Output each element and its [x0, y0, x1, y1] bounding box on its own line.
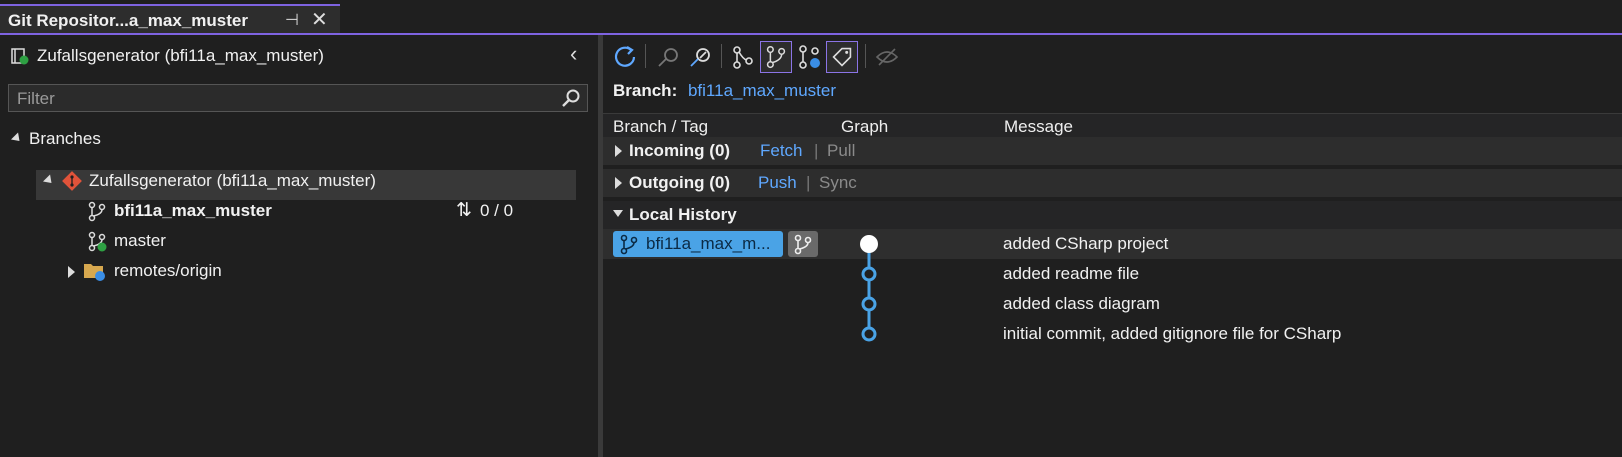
show-remote-branches-icon[interactable] [794, 41, 826, 73]
column-message[interactable]: Message [1004, 117, 1073, 137]
close-icon[interactable]: ✕ [311, 7, 328, 32]
repository-icon [11, 48, 29, 65]
compare-commits-icon[interactable] [653, 41, 685, 73]
column-graph[interactable]: Graph [841, 117, 888, 137]
local-history-label: Local History [629, 205, 737, 224]
expand-right-chevron-icon[interactable] [68, 266, 75, 278]
branches-pane: Zufallsgenerator (bfi11a_max_muster) ‹ B… [0, 35, 598, 457]
branch-icon [794, 234, 812, 255]
document-tab-strip: Git Repositor...a_max_muster ⊣ ✕ [0, 0, 1622, 35]
go-to-commit-icon[interactable] [685, 41, 717, 73]
link-separator: | [806, 173, 811, 192]
expand-right-chevron-icon[interactable] [615, 177, 622, 189]
show-graph-icon[interactable] [727, 41, 759, 73]
column-branch-tag[interactable]: Branch / Tag [613, 117, 708, 137]
toolbar-separator [645, 44, 646, 68]
commit-graph [860, 235, 878, 342]
branch-name: bfi11a_max_muster [114, 201, 272, 220]
sync-counts: 0 / 0 [480, 201, 514, 220]
expand-chevron-icon[interactable] [613, 210, 623, 217]
collapse-pane-chevron-icon[interactable]: ‹ [570, 43, 577, 65]
branch-value-link[interactable]: bfi11a_max_muster [688, 81, 836, 100]
up-down-arrows-icon: ⇅ [456, 200, 472, 221]
link-separator: | [814, 141, 819, 160]
commit-message: added class diagram [1003, 294, 1160, 313]
branch-local-icon [88, 231, 107, 252]
incoming-section[interactable]: Incoming (0) Fetch | Pull [603, 137, 1622, 165]
push-link[interactable]: Push [758, 173, 797, 193]
branch-name: master [114, 231, 166, 250]
commit-message: initial commit, added gitignore file for… [1003, 324, 1342, 343]
pin-icon[interactable]: ⊣ [285, 10, 299, 30]
outgoing-section[interactable]: Outgoing (0) Push | Sync [603, 169, 1622, 197]
commit-row[interactable]: added class diagram [603, 289, 1622, 319]
branch-icon [88, 201, 106, 222]
search-icon[interactable] [561, 88, 581, 108]
commit-message: added CSharp project [1003, 234, 1169, 253]
graph-node [861, 326, 877, 342]
incoming-label: Incoming (0) [629, 141, 731, 160]
branch-key: Branch: [613, 81, 678, 100]
graph-node-head [860, 235, 878, 253]
git-repository-tab[interactable]: Git Repositor...a_max_muster ⊣ ✕ [0, 4, 340, 35]
git-repo-icon [62, 171, 82, 191]
current-branch-line: Branch: bfi11a_max_muster [613, 81, 836, 101]
branch-badge[interactable]: bfi11a_max_m... [613, 231, 783, 257]
pull-link[interactable]: Pull [827, 141, 855, 161]
toolbar-separator [865, 44, 866, 68]
show-local-branches-icon[interactable] [760, 41, 792, 73]
commit-row[interactable]: initial commit, added gitignore file for… [603, 319, 1622, 349]
expand-chevron-icon[interactable] [10, 132, 24, 145]
repository-node-label: Zufallsgenerator (bfi11a_max_muster) [89, 171, 376, 190]
refresh-icon[interactable] [609, 41, 641, 73]
local-history-section[interactable]: Local History [603, 201, 1622, 229]
repository-title: Zufallsgenerator (bfi11a_max_muster) [37, 46, 324, 65]
commit-message: added readme file [1003, 264, 1140, 283]
commit-row[interactable]: added readme file [603, 259, 1622, 289]
branch-icon [620, 234, 638, 255]
graph-node [861, 296, 877, 312]
history-pane: Branch: bfi11a_max_muster Branch / Tag G… [603, 35, 1622, 457]
sync-link[interactable]: Sync [819, 173, 857, 193]
history-toolbar [603, 35, 1622, 77]
remote-folder-icon [84, 264, 105, 281]
graph-node [861, 266, 877, 282]
fetch-link[interactable]: Fetch [760, 141, 803, 161]
remotes-label: remotes/origin [114, 261, 222, 280]
filter-box[interactable] [8, 84, 588, 112]
branches-label: Branches [29, 129, 101, 148]
outgoing-label: Outgoing (0) [629, 173, 731, 192]
tab-title: Git Repositor...a_max_muster [8, 11, 248, 30]
branch-badge-label: bfi11a_max_m... [646, 234, 771, 253]
filter-input[interactable] [15, 88, 559, 110]
remote-branch-badge[interactable] [788, 231, 818, 257]
toolbar-separator [721, 44, 722, 68]
expand-right-chevron-icon[interactable] [615, 145, 622, 157]
show-tags-icon[interactable] [826, 41, 858, 73]
hide-icon[interactable] [871, 41, 903, 73]
